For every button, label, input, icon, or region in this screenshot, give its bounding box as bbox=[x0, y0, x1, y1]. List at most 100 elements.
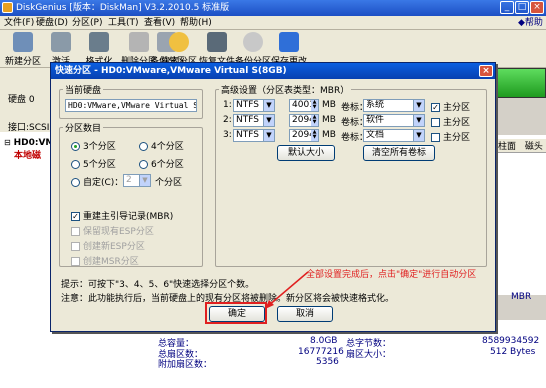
tree-item-local-label: 本地磁 bbox=[14, 151, 42, 161]
capacity-value: 8.0GB bbox=[310, 336, 338, 346]
checkbox-indicator: ✓ bbox=[71, 212, 80, 221]
ok-button-highlight bbox=[205, 302, 267, 324]
window-title: DiskGenius [版本：DiskMan] V3.2.2010.5 标准版 bbox=[16, 3, 230, 13]
hint-text: 提示：可按下"3、4、5、6"快速选择分区个数。 bbox=[61, 280, 255, 290]
current-disk-group-title: 当前硬盘 bbox=[63, 83, 104, 96]
default-size-button[interactable]: 默认大小 bbox=[277, 145, 335, 161]
chevron-down-icon: ▼ bbox=[413, 130, 424, 141]
row-1-number: 1: bbox=[223, 100, 232, 110]
current-disk-field: HD0:VMware,VMware Virtual S bbox=[65, 99, 197, 112]
row-2-filesystem-value: NTFS bbox=[236, 115, 259, 125]
tree-item-disk[interactable]: ⊟ HD0:VM bbox=[4, 138, 54, 148]
restore-icon bbox=[207, 32, 227, 52]
custom-count-suffix: 个分区 bbox=[155, 178, 183, 188]
menu-help[interactable]: 帮助(H) bbox=[180, 16, 212, 30]
row-1-size-field[interactable]: 4001 ▲ ▼ bbox=[289, 99, 319, 112]
tree-item-local[interactable]: 本地磁 bbox=[14, 148, 41, 161]
extra-sectors-label: 附加扇区数： bbox=[158, 360, 213, 370]
menu-bar: 文件(F) 硬盘(D) 分区(P) 工具(T) 查看(V) 帮助(H) ◆帮助 bbox=[0, 16, 546, 30]
chevron-down-icon: ▼ bbox=[413, 100, 424, 111]
row-3-primary-label: 主分区 bbox=[443, 133, 471, 143]
row-1-filesystem-select[interactable]: NTFS ▼ bbox=[233, 99, 275, 112]
menu-tools[interactable]: 工具(T) bbox=[108, 16, 139, 30]
annotation-arrow bbox=[265, 271, 309, 309]
spinner-icon: ▲ ▼ bbox=[311, 129, 318, 141]
radio-6-label: 6个分区 bbox=[151, 160, 184, 170]
custom-count-value: 2 bbox=[126, 175, 132, 185]
row-3-primary-checkbox[interactable]: 主分区 bbox=[431, 130, 470, 143]
radio-6-partitions[interactable]: 6个分区 bbox=[139, 157, 184, 170]
row-1-filesystem-value: NTFS bbox=[236, 100, 259, 110]
menu-partition[interactable]: 分区(P) bbox=[72, 16, 102, 30]
radio-5-partitions[interactable]: 5个分区 bbox=[71, 157, 116, 170]
row-3-volume-select[interactable]: 文档 ▼ bbox=[363, 129, 425, 142]
rebuild-mbr-checkbox[interactable]: ✓ 重建主引导记录(MBR) bbox=[71, 209, 173, 222]
extra-sectors-value: 5356 bbox=[316, 357, 339, 367]
row-2-primary-checkbox[interactable]: 主分区 bbox=[431, 115, 470, 128]
row-2-volume-select[interactable]: 软件 ▼ bbox=[363, 114, 425, 127]
create-msr-checkbox[interactable]: 创建MSR分区 bbox=[71, 254, 139, 267]
radio-custom-label: 自定(C)： bbox=[83, 178, 124, 188]
row-2-primary-label: 主分区 bbox=[443, 118, 471, 128]
new-partition-label: 新建分区 bbox=[4, 57, 41, 67]
row-3-filesystem-select[interactable]: NTFS ▼ bbox=[233, 129, 275, 142]
annotation-text: 全部设置完成后，点击"确定"进行自动分区 bbox=[306, 270, 477, 280]
chevron-down-icon: ▼ bbox=[413, 115, 424, 126]
custom-count-select[interactable]: 2 ▼ bbox=[123, 174, 151, 187]
row-1-volume-value: 系统 bbox=[366, 100, 385, 110]
row-3-number: 3: bbox=[223, 130, 232, 140]
menu-disk[interactable]: 硬盘(D) bbox=[36, 16, 68, 30]
radio-4-partitions[interactable]: 4个分区 bbox=[139, 139, 184, 152]
bytes-value: 8589934592 bbox=[482, 336, 540, 346]
keep-esp-checkbox[interactable]: 保留现有ESP分区 bbox=[71, 224, 154, 237]
radio-indicator bbox=[139, 142, 148, 151]
dialog-title: 快速分区 - HD0:VMware,VMware Virtual S(8GB) bbox=[55, 66, 287, 76]
radio-3-label: 3个分区 bbox=[83, 142, 116, 152]
radio-indicator bbox=[71, 178, 80, 187]
row-2-filesystem-select[interactable]: NTFS ▼ bbox=[233, 114, 275, 127]
checkbox-indicator bbox=[71, 227, 80, 236]
menu-view[interactable]: 查看(V) bbox=[144, 16, 175, 30]
checkbox-indicator bbox=[71, 242, 80, 251]
radio-indicator bbox=[71, 142, 80, 151]
save-icon bbox=[279, 32, 299, 52]
row-1-primary-checkbox[interactable]: ✓ 主分区 bbox=[431, 100, 470, 113]
minimize-button[interactable]: _ bbox=[500, 1, 514, 14]
spinner-icon: ▲ ▼ bbox=[311, 114, 318, 126]
row-3-size-field[interactable]: 2094 ▲ ▼ bbox=[289, 129, 319, 142]
help-link-label: 帮助 bbox=[524, 18, 543, 28]
dialog-close-button[interactable]: × bbox=[479, 65, 493, 77]
create-esp-checkbox[interactable]: 创建新ESP分区 bbox=[71, 239, 145, 252]
column-head[interactable]: 磁头 bbox=[525, 142, 543, 152]
partition-count-group-title: 分区数目 bbox=[63, 121, 104, 134]
mbr-label: MBR bbox=[511, 292, 532, 302]
row-2-volume-value: 软件 bbox=[366, 115, 385, 125]
checkbox-indicator bbox=[71, 257, 80, 266]
row-3-volume-value: 文档 bbox=[366, 130, 385, 140]
maximize-button[interactable]: □ bbox=[515, 1, 529, 14]
radio-indicator bbox=[71, 160, 80, 169]
spinner-icon: ▲ ▼ bbox=[311, 99, 318, 111]
new-partition-button[interactable]: 新建分区 bbox=[2, 30, 44, 68]
chevron-down-icon: ▼ bbox=[263, 115, 274, 126]
close-button[interactable]: × bbox=[530, 1, 544, 14]
radio-custom[interactable]: 自定(C)： bbox=[71, 175, 123, 188]
backup-icon bbox=[243, 32, 263, 52]
row-3-filesystem-value: NTFS bbox=[236, 130, 259, 140]
app-icon bbox=[2, 2, 13, 13]
radio-3-partitions[interactable]: 3个分区 bbox=[71, 139, 116, 152]
help-link[interactable]: ◆帮助 bbox=[518, 16, 543, 30]
create-esp-label: 创建新ESP分区 bbox=[83, 242, 145, 252]
menu-file[interactable]: 文件(F) bbox=[4, 16, 34, 30]
disk-icon bbox=[13, 32, 33, 52]
checkbox-indicator bbox=[431, 133, 440, 142]
tree-item-disk-label: HD0:VM bbox=[13, 138, 55, 148]
delete-icon bbox=[129, 32, 149, 52]
disk-usage-bar bbox=[488, 68, 546, 98]
row-1-volume-select[interactable]: 系统 ▼ bbox=[363, 99, 425, 112]
dialog-title-bar: 快速分区 - HD0:VMware,VMware Virtual S(8GB) bbox=[51, 63, 495, 79]
rebuild-mbr-label: 重建主引导记录(MBR) bbox=[83, 212, 174, 222]
row-2-size-field[interactable]: 2094 ▲ ▼ bbox=[289, 114, 319, 127]
sectors-value: 16777216 bbox=[298, 347, 344, 357]
clear-labels-button[interactable]: 清空所有卷标 bbox=[363, 145, 435, 161]
